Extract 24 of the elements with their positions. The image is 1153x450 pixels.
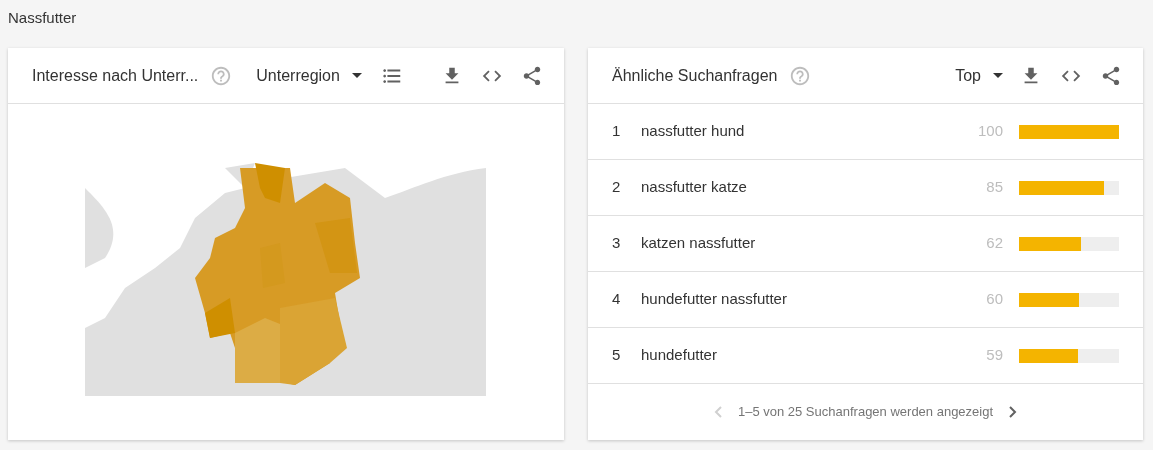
rank-number: 5 [612, 345, 622, 366]
next-page-icon[interactable] [1009, 406, 1018, 418]
rank-number: 4 [612, 289, 622, 310]
query-link[interactable]: nassfutter katze [641, 176, 747, 199]
query-value: 85 [986, 177, 1003, 198]
query-link[interactable]: hundefutter nassfutter [641, 288, 787, 311]
region-dropdown[interactable]: Unterregion [256, 63, 362, 88]
query-link[interactable]: nassfutter hund [641, 120, 745, 143]
card-title: Interesse nach Unterr... [32, 65, 199, 86]
page-title: Nassfutter [8, 9, 77, 26]
caret-icon[interactable] [351, 73, 362, 78]
card-title: Ähnliche Suchanfragen [612, 65, 778, 86]
query-value: 100 [977, 121, 1003, 142]
rank-number: 3 [612, 233, 622, 254]
caret-icon[interactable] [993, 73, 1003, 78]
rank-number: 2 [612, 177, 622, 198]
query-link[interactable]: katzen nassfutter [641, 232, 756, 255]
rank-number: 1 [612, 121, 622, 142]
pagination-text: 1–5 von 25 Suchanfragen werden angezeigt [737, 403, 994, 422]
query-value: 60 [986, 289, 1003, 310]
query-link[interactable]: hundefutter [641, 344, 717, 367]
query-value: 59 [986, 345, 1003, 366]
type-dropdown[interactable]: Top [955, 63, 1003, 88]
query-value: 62 [986, 233, 1003, 254]
